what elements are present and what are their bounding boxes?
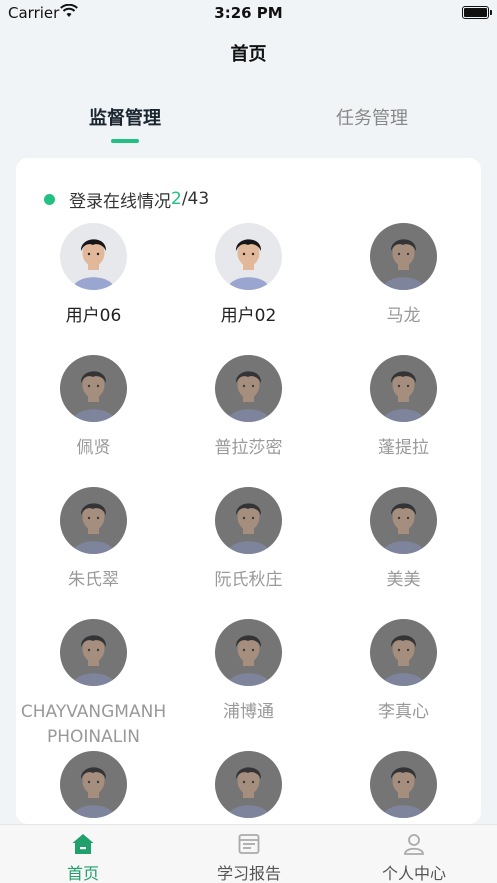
tab-supervision[interactable]: 监督管理 bbox=[25, 104, 225, 130]
user-name: 佩贤 bbox=[76, 438, 111, 458]
user-avatar bbox=[60, 355, 127, 422]
user-cell[interactable]: 用户06 bbox=[16, 223, 171, 329]
user-avatar bbox=[370, 751, 437, 818]
user-avatar bbox=[60, 223, 127, 290]
user-avatar bbox=[370, 487, 437, 554]
user-cell[interactable]: 美美 bbox=[326, 487, 481, 593]
report-icon bbox=[238, 834, 260, 854]
home-icon bbox=[72, 834, 94, 854]
tabbar-report[interactable]: 学习报告 bbox=[166, 825, 332, 883]
online-total: /43 bbox=[181, 189, 210, 209]
active-tab-indicator bbox=[111, 139, 139, 143]
user-cell[interactable]: 佩贤 bbox=[16, 355, 171, 461]
user-avatar bbox=[60, 487, 127, 554]
user-cell[interactable] bbox=[171, 751, 326, 824]
user-name: 李真心 bbox=[378, 702, 429, 722]
user-cell[interactable]: 普拉莎密 bbox=[171, 355, 326, 461]
user-avatar bbox=[370, 619, 437, 686]
user-cell[interactable]: CHAYVANGMANHPHOINALIN bbox=[16, 619, 171, 750]
user-cell[interactable]: 浦博通 bbox=[171, 619, 326, 725]
user-cell[interactable]: 蓬提拉 bbox=[326, 355, 481, 461]
clock: 3:26 PM bbox=[214, 4, 283, 22]
user-name: 美美 bbox=[386, 570, 421, 590]
user-name: 马龙 bbox=[386, 306, 421, 326]
user-name: 朱氏翠 bbox=[68, 570, 119, 590]
tab-tasks[interactable]: 任务管理 bbox=[272, 104, 472, 130]
user-name: 浦博通 bbox=[223, 702, 274, 722]
user-cell[interactable]: 马龙 bbox=[326, 223, 481, 329]
user-avatar bbox=[370, 223, 437, 290]
user-avatar bbox=[215, 223, 282, 290]
bottom-tab-bar: 首页 学习报告 个人中心 bbox=[0, 824, 497, 883]
user-name: 蓬提拉 bbox=[378, 438, 429, 458]
segment-tabs: 监督管理 任务管理 bbox=[0, 104, 497, 154]
user-avatar bbox=[370, 355, 437, 422]
user-cell[interactable] bbox=[326, 751, 481, 824]
user-cell[interactable] bbox=[16, 751, 171, 824]
user-name: 普拉莎密 bbox=[214, 438, 283, 458]
user-name: 阮氏秋庄 bbox=[214, 570, 283, 590]
user-name: 用户02 bbox=[220, 306, 277, 326]
user-cell[interactable]: 用户02 bbox=[171, 223, 326, 329]
tabbar-profile-label: 个人中心 bbox=[381, 864, 446, 883]
tabbar-home-label: 首页 bbox=[66, 864, 99, 883]
user-name: CHAYVANGMANHPHOINALIN bbox=[20, 702, 167, 747]
user-avatar bbox=[215, 487, 282, 554]
status-bar: Carrier 3:26 PM bbox=[0, 0, 497, 26]
profile-icon bbox=[404, 834, 424, 855]
user-cell[interactable]: 李真心 bbox=[326, 619, 481, 725]
user-avatar bbox=[215, 619, 282, 686]
user-avatar bbox=[215, 355, 282, 422]
user-cell[interactable]: 阮氏秋庄 bbox=[171, 487, 326, 593]
online-count: 2 bbox=[171, 189, 182, 209]
user-avatar bbox=[60, 751, 127, 818]
online-label: 登录在线情况 bbox=[69, 191, 171, 212]
tabbar-report-label: 学习报告 bbox=[216, 864, 281, 883]
online-dot-icon bbox=[44, 193, 55, 205]
tabbar-home[interactable]: 首页 bbox=[0, 825, 166, 883]
online-users-card: 登录在线情况 2 /43 用户06 用户02 马龙佩贤 普拉莎密 蓬提拉朱氏翠 阮氏秋庄 美… bbox=[16, 158, 481, 824]
user-avatar bbox=[215, 751, 282, 818]
user-cell[interactable]: 朱氏翠 bbox=[16, 487, 171, 593]
battery-icon bbox=[462, 6, 492, 19]
online-status-row: 登录在线情况 2 /43 bbox=[44, 187, 210, 212]
user-name: 用户06 bbox=[65, 306, 122, 326]
page-title: 首页 bbox=[230, 44, 267, 65]
tabbar-profile[interactable]: 个人中心 bbox=[331, 825, 497, 883]
user-avatar bbox=[60, 619, 127, 686]
